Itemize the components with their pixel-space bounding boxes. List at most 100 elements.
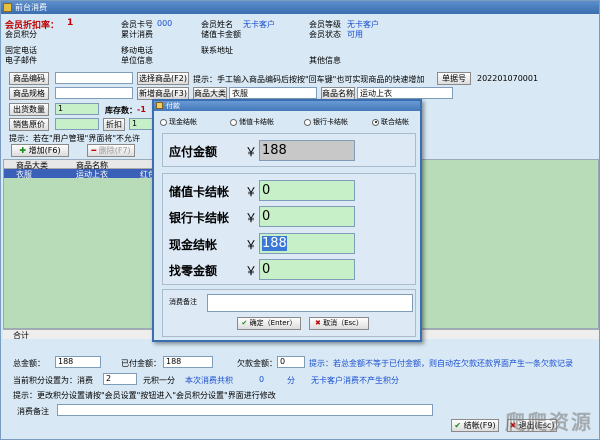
radio-dot bbox=[230, 118, 237, 126]
delete-item-button[interactable]: ━ 删除(F7) bbox=[87, 144, 135, 157]
bank-currency: ￥ bbox=[245, 211, 258, 225]
order-no-value: 202201070001 bbox=[477, 74, 539, 83]
dialog-cancel-button[interactable]: ✖ 取消（Esc） bbox=[309, 317, 369, 330]
checkout-button-label: 结帐(F9) bbox=[463, 421, 496, 430]
member-status-label: 会员状态 bbox=[309, 30, 341, 39]
payment-split-section: 储值卡结帐 ￥ 0 银行卡结帐 ￥ 0 现金结帐 ￥ 188 找零金额 ￥ 0 bbox=[162, 173, 416, 285]
category-field[interactable]: 衣服 bbox=[229, 87, 317, 99]
due-amount-value: 188 bbox=[262, 143, 287, 158]
paid-amount-value: 188 bbox=[166, 357, 182, 366]
paid-amount-label: 已付金额： bbox=[121, 359, 161, 368]
cash-label: 现金结帐 bbox=[169, 238, 218, 252]
title-bar: 前台消费 bbox=[1, 1, 599, 14]
confirm-button-label: 确定（Enter） bbox=[249, 319, 297, 327]
total-amount-label: 总金额： bbox=[13, 359, 45, 368]
table-row[interactable]: 衣服 运动上衣 红色 bbox=[4, 169, 164, 179]
radio-combined[interactable]: 联合结帐 bbox=[372, 117, 409, 127]
discount-input[interactable]: 1 bbox=[129, 118, 153, 130]
stock-label: 库存数： bbox=[105, 106, 137, 115]
discount-rate-value: 1 bbox=[67, 18, 74, 28]
payment-dialog-title: 付款 bbox=[166, 102, 180, 110]
cash-input[interactable]: 188 bbox=[259, 233, 355, 254]
order-no-label: 单据号 bbox=[437, 72, 471, 85]
due-currency: ￥ bbox=[245, 145, 258, 159]
due-amount-label: 应付金额 bbox=[169, 145, 218, 159]
cash-value: 188 bbox=[262, 236, 287, 251]
member-name-value: 无卡客户 bbox=[243, 20, 275, 29]
qty-label: 出货数量 bbox=[9, 103, 49, 116]
member-status-value: 可用 bbox=[347, 30, 363, 39]
owed-hint: 提示：若总金额不等于已付金额，则自动在欠款还款界面产生一条欠款记录 bbox=[309, 359, 573, 368]
bank-card-input[interactable]: 0 bbox=[259, 206, 355, 227]
grid-cell-category: 衣服 bbox=[16, 170, 32, 179]
points-change-hint: 提示：更改积分设置请按"会员设置"按钮进入"会员积分设置"界面进行修改 bbox=[13, 391, 276, 400]
owed-amount-value: 0 bbox=[280, 357, 286, 366]
remark-input[interactable] bbox=[57, 404, 433, 416]
owed-amount-label: 欠款金额： bbox=[237, 359, 277, 368]
this-points-label: 本次消费共积 bbox=[185, 376, 233, 385]
payment-dialog-titlebar: 付款 bbox=[154, 101, 420, 111]
app-icon bbox=[3, 3, 12, 12]
confirm-button[interactable]: ✔ 确定（Enter） bbox=[237, 317, 301, 330]
stored-card-input[interactable]: 0 bbox=[259, 180, 355, 201]
company-label: 单位信息 bbox=[121, 56, 153, 65]
dialog-remark-input[interactable] bbox=[207, 294, 413, 312]
dialog-icon bbox=[156, 102, 163, 109]
owed-amount-field: 0 bbox=[277, 356, 305, 368]
product-entry-hint: 提示：手工输入商品编码后按按"回车键"也可实现商品的快速增加 bbox=[193, 75, 425, 84]
no-card-points-hint: 无卡客户消费不产生积分 bbox=[311, 376, 399, 385]
radio-stored-card-label: 储值卡结帐 bbox=[239, 118, 274, 126]
delete-item-label: 删除(F7) bbox=[98, 146, 131, 155]
other-info-label: 其他信息 bbox=[309, 56, 341, 65]
close-icon: ✖ bbox=[314, 319, 321, 327]
points-suffix: 分 bbox=[287, 376, 295, 385]
stock-value: -1 bbox=[137, 105, 146, 114]
stored-card-label: 储值卡结帐 bbox=[169, 185, 230, 199]
due-amount-field: 188 bbox=[259, 140, 355, 161]
qty-input[interactable]: 1 bbox=[55, 103, 99, 115]
remark-label: 消费备注 bbox=[17, 407, 49, 416]
card-no-value: 000 bbox=[157, 19, 173, 28]
add-item-button[interactable]: ✚ 增加(F6) bbox=[11, 144, 69, 157]
category-value: 衣服 bbox=[232, 89, 248, 98]
discount-value: 1 bbox=[132, 119, 138, 128]
radio-dot bbox=[304, 118, 311, 126]
radio-dot-selected bbox=[372, 118, 379, 126]
dialog-remark-label: 消费备注 bbox=[169, 298, 197, 306]
total-amount-field: 188 bbox=[55, 356, 101, 368]
due-amount-section: 应付金额 ￥ 188 bbox=[162, 133, 416, 167]
change-amount-value: 0 bbox=[262, 262, 271, 277]
radio-stored-card[interactable]: 储值卡结帐 bbox=[230, 117, 274, 127]
check-icon: ✔ bbox=[241, 319, 248, 327]
product-spec-input[interactable] bbox=[55, 87, 133, 99]
cash-currency: ￥ bbox=[245, 238, 258, 252]
change-amount-field: 0 bbox=[259, 259, 355, 280]
product-name-field[interactable]: 运动上衣 bbox=[357, 87, 453, 99]
grid-header: 商品大类 商品名称 bbox=[4, 160, 164, 170]
qty-value: 1 bbox=[58, 104, 64, 113]
points-setting-label: 当前积分设置为：消费 bbox=[13, 376, 93, 385]
radio-cash-label: 现金结帐 bbox=[169, 118, 197, 126]
points-setting-value: 2 bbox=[106, 374, 112, 383]
paid-amount-field: 188 bbox=[163, 356, 213, 368]
total-consume-label: 累计消费 bbox=[121, 30, 153, 39]
member-info-panel: 会员折扣率： 1 会员卡号 000 会员姓名 无卡客户 会员等级 无卡客户 会员… bbox=[3, 16, 599, 66]
discount-label: 折扣 bbox=[103, 118, 125, 131]
payment-method-group: 现金结帐 储值卡结帐 银行卡结帐 联合结帐 bbox=[158, 115, 418, 129]
window-title: 前台消费 bbox=[15, 3, 47, 12]
email-label: 电子邮件 bbox=[5, 56, 37, 65]
address-label: 联系地址 bbox=[201, 46, 233, 55]
checkout-button[interactable]: ✔ 结帐(F9) bbox=[451, 419, 499, 432]
select-product-button[interactable]: 选择商品(F2) bbox=[137, 72, 189, 85]
product-code-input[interactable] bbox=[55, 72, 133, 84]
product-name-value: 运动上衣 bbox=[360, 89, 392, 98]
radio-cash[interactable]: 现金结帐 bbox=[160, 117, 197, 127]
radio-bank-card[interactable]: 银行卡结帐 bbox=[304, 117, 348, 127]
totals-label: 合计 bbox=[13, 331, 29, 340]
price-input[interactable] bbox=[55, 118, 99, 130]
radio-dot bbox=[160, 118, 167, 126]
change-amount-label: 找零金额 bbox=[169, 264, 218, 278]
bank-card-value: 0 bbox=[262, 209, 271, 224]
product-spec-label: 商品规格 bbox=[9, 87, 49, 100]
add-item-label: 增加(F6) bbox=[28, 146, 61, 155]
